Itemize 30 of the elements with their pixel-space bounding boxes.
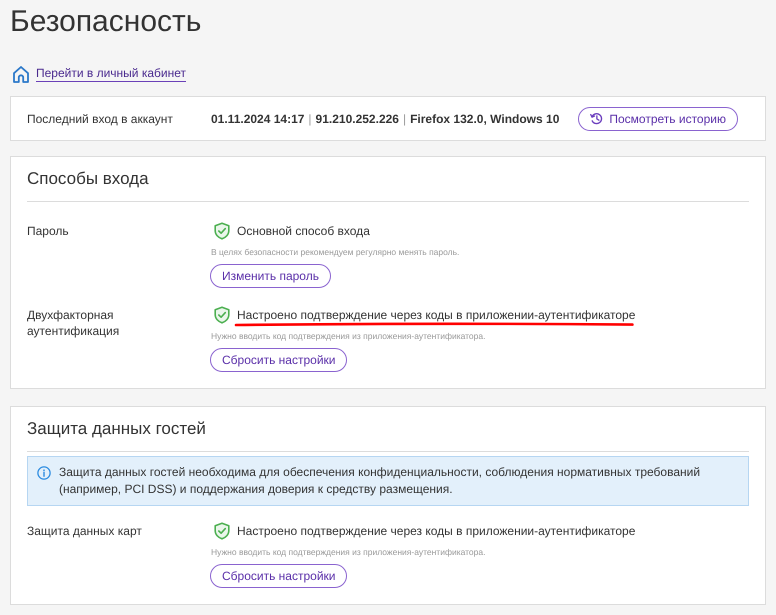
info-icon	[37, 466, 51, 480]
last-login-label: Последний вход в аккаунт	[27, 112, 174, 126]
method-button[interactable]: Изменить пароль	[210, 264, 331, 288]
separator-text: |	[308, 112, 312, 126]
home-icon	[12, 64, 30, 84]
method-label: Защита данных карт	[27, 523, 143, 540]
method-button[interactable]: Сбросить настройки	[210, 348, 348, 372]
login-detail-text: 91.210.252.226	[316, 112, 399, 126]
method-label: Пароль	[27, 223, 70, 240]
method-label: Двухфакторная аутентификация	[27, 307, 120, 340]
section-title: Защита данных гостей	[27, 407, 749, 452]
status-text: Настроено подтверждение через коды в приложении-аутентификаторе	[237, 523, 636, 539]
login-detail-text: 01.11.2024 14:17	[211, 112, 304, 126]
history-clock-icon	[590, 112, 604, 125]
shield-check-icon	[213, 522, 231, 540]
history-button[interactable]: Посмотреть историю	[578, 106, 738, 130]
shield-check-icon	[213, 306, 231, 324]
hint-text: Нужно вводить код подтверждения из приложения-аутентификатора.	[211, 330, 486, 342]
shield-check-icon	[213, 222, 231, 240]
status-text: Настроено подтверждение через коды в приложении-аутентификаторе	[237, 307, 636, 323]
login-detail-text: Firefox 132.0, Windows 10	[410, 112, 560, 126]
section-title: Способы входа	[27, 157, 749, 202]
status-text: Основной способ входа	[237, 223, 370, 239]
account-link[interactable]: Перейти в личный кабинет	[36, 66, 186, 82]
hint-text: В целях безопасности рекомендуем регулярно менять пароль.	[211, 246, 460, 258]
notice-text: Защита данных гостей необходима для обеспечения конфиденциальности, соблюдения нормативных требований (например, PCI DSS) и поддержания доверия к средству размещения.	[59, 464, 702, 498]
separator-text: |	[402, 112, 406, 126]
method-button[interactable]: Сбросить настройки	[210, 564, 348, 588]
hint-text: Нужно вводить код подтверждения из приложения-аутентификатора.	[211, 546, 486, 558]
page-title: Безопасность	[10, 4, 202, 40]
